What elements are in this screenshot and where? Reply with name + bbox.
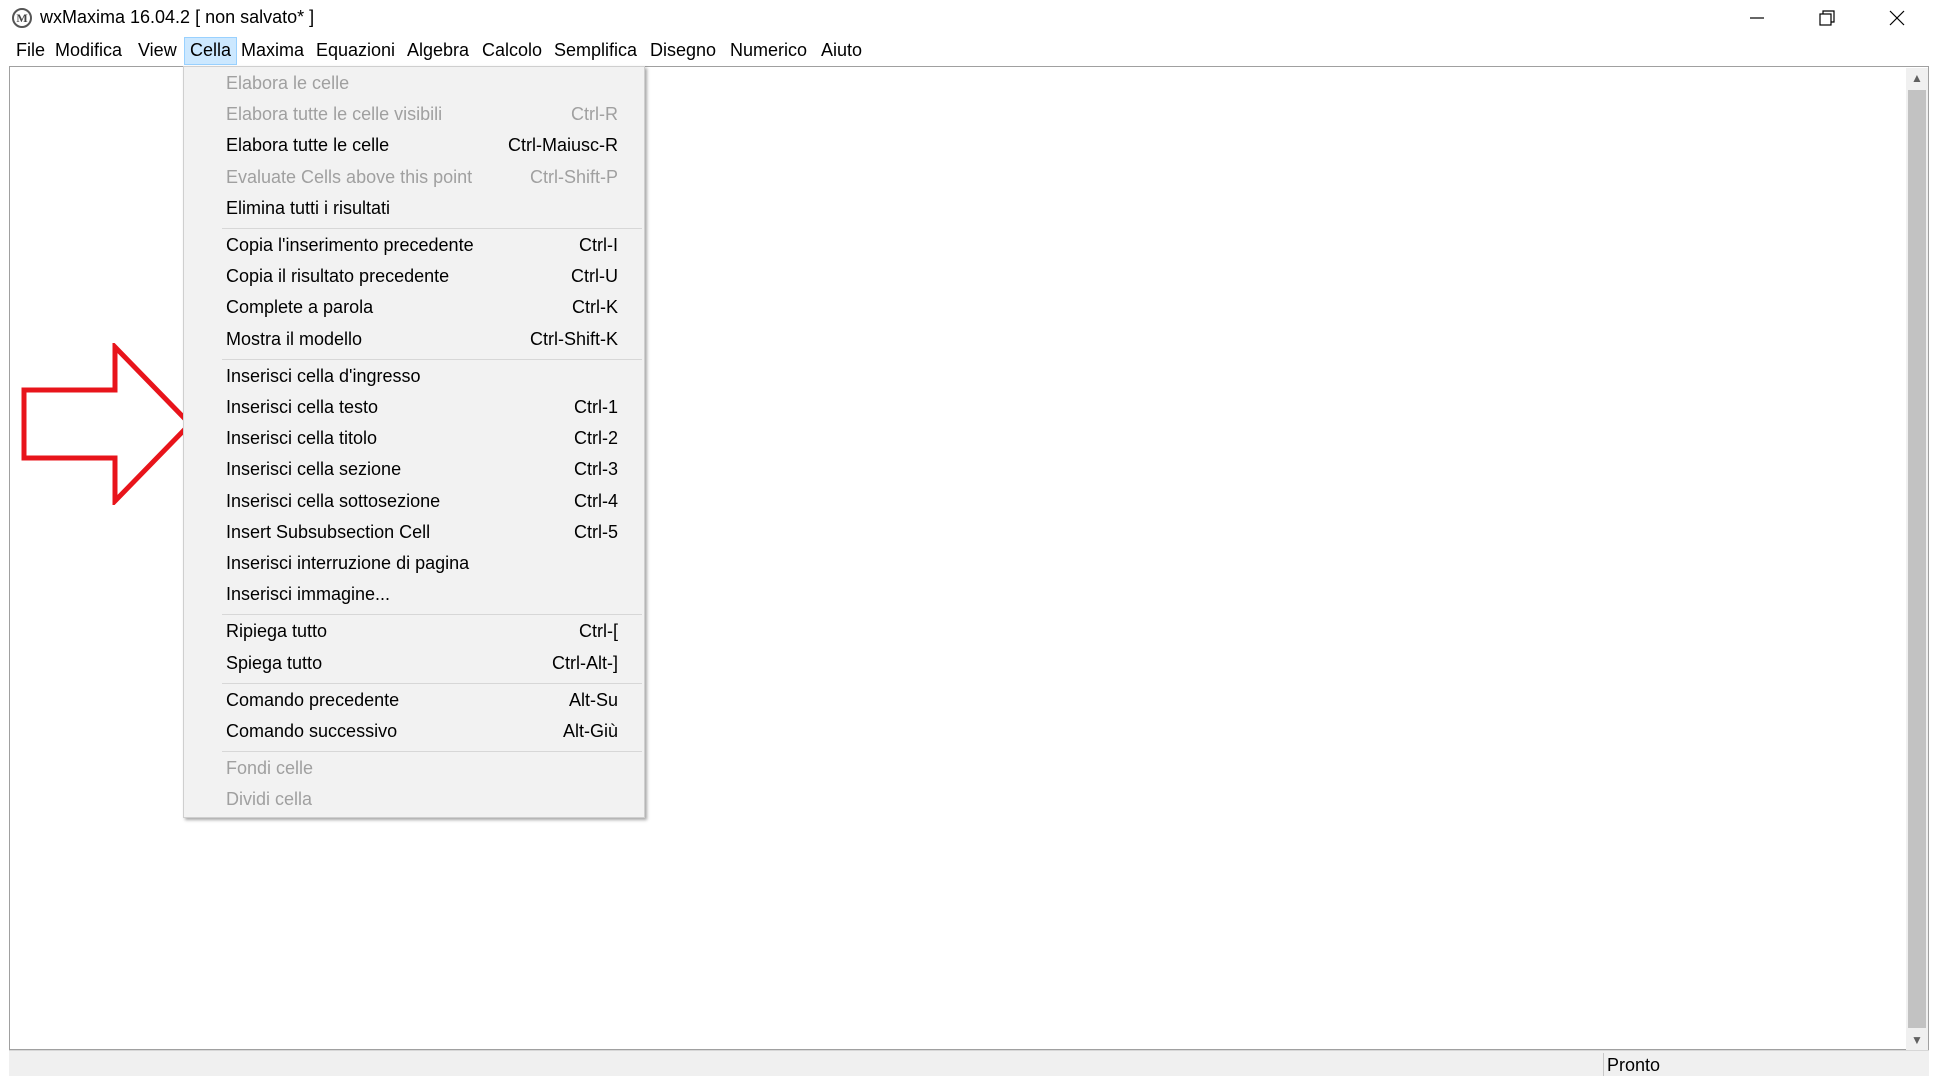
menu-item-shortcut: Ctrl-K [572,297,618,318]
menu-item-label: Copia il risultato precedente [226,266,450,287]
menu-item-21: Fondi celle [184,754,644,785]
menu-item-0: Elabora le celle [184,69,644,100]
menu-item-5[interactable]: Copia l'inserimento precedente Ctrl-I [184,231,644,262]
menu-item-7[interactable]: Complete a parola Ctrl-K [184,293,644,324]
menu-item-label: Fondi celle [226,758,314,779]
vertical-scrollbar[interactable]: ▲ ▼ [1906,68,1928,1050]
menu-item-shortcut: Ctrl-U [571,266,618,287]
menu-item-label: Elimina tutti i risultati [226,197,391,218]
menu-item-label: Inserisci cella titolo [226,428,378,449]
menu-separator [222,682,642,684]
menu-item-label: Dividi cella [226,789,313,810]
scroll-down-icon[interactable]: ▼ [1906,1030,1928,1050]
menu-item-12[interactable]: Inserisci cella sezione Ctrl-3 [184,455,644,486]
menu-item-label: Inserisci cella sottosezione [226,490,441,511]
menu-item-shortcut: Ctrl-Shift-P [529,166,618,187]
menu-item-shortcut: Ctrl-Shift-K [529,328,618,349]
menu-item-label: Elabora le celle [226,73,350,93]
arrow-right-icon [21,343,194,505]
menu-item-label: Inserisci immagine... [226,584,391,605]
cella-dropdown-menu: Elabora le celle Elabora tutte le celle v… [183,66,645,818]
menu-item-label: Comando precedente [226,689,400,710]
menu-item-11[interactable]: Inserisci cella titolo Ctrl-2 [184,424,644,455]
menu-item-shortcut: Ctrl-4 [574,490,618,511]
menu-item-label: Insert Subsubsection Cell [226,521,431,542]
title-bar: M wxMaxima 16.04.2 [ non salvato* ] [0,0,1937,36]
menu-item-20[interactable]: Comando successivo Alt-Giù [184,717,644,748]
restore-icon [1819,10,1835,26]
restore-button[interactable] [1792,0,1862,36]
menu-item-9[interactable]: Inserisci cella d'ingresso [184,362,644,393]
menu-cella[interactable]: Cella [184,37,238,65]
menu-item-label: Elabora tutte le celle [226,135,390,156]
menu-equazioni[interactable]: Equazioni [311,37,400,65]
menu-maxima[interactable]: Maxima [236,37,309,65]
menu-separator [222,751,642,753]
menu-item-17[interactable]: Ripiega tutto Ctrl-[ [184,617,644,648]
menu-numerico[interactable]: Numerico [725,37,812,65]
menu-semplifica[interactable]: Semplifica [549,37,642,65]
menu-algebra[interactable]: Algebra [402,37,474,65]
menu-item-label: Inserisci cella sezione [226,459,402,480]
minimize-icon [1750,17,1764,19]
scroll-up-icon[interactable]: ▲ [1906,68,1928,88]
menu-item-shortcut: Ctrl-R [571,104,618,125]
menu-disegno[interactable]: Disegno [645,37,721,65]
menu-item-10[interactable]: Inserisci cella testo Ctrl-1 [184,393,644,424]
menu-aiuto[interactable]: Aiuto [816,37,867,65]
menu-item-label: Inserisci interruzione di pagina [226,553,470,573]
menu-item-label: Comando successivo [226,721,398,741]
menu-item-shortcut: Ctrl-1 [574,397,618,417]
menu-item-6[interactable]: Copia il risultato precedente Ctrl-U [184,262,644,293]
menu-item-2[interactable]: Elabora tutte le celle Ctrl-Maiusc-R [184,131,644,162]
menu-item-label: Spiega tutto [226,652,323,673]
menu-item-shortcut: Ctrl-[ [579,621,618,642]
menu-item-label: Inserisci cella testo [226,397,379,417]
menu-item-shortcut: Ctrl-Alt-] [552,652,618,673]
close-icon [1889,10,1905,26]
menu-modifica[interactable]: Modifica [50,37,127,65]
wxmaxima-logo-icon: M [12,8,32,28]
scrollbar-thumb[interactable] [1908,90,1926,1028]
menu-item-shortcut: Ctrl-I [579,235,618,255]
menu-item-8[interactable]: Mostra il modello Ctrl-Shift-K [184,325,644,356]
minimize-button[interactable] [1722,0,1792,36]
status-text: Pronto [1607,1055,1661,1075]
menu-item-3: Evaluate Cells above this point Ctrl-Shif… [184,163,644,194]
menu-item-label: Complete a parola [226,297,374,318]
menu-item-15[interactable]: Inserisci interruzione di pagina [184,549,644,580]
window-title: wxMaxima 16.04.2 [ non salvato* ] [40,7,315,27]
menu-item-1: Elabora tutte le celle visibili Ctrl-R [184,100,644,131]
menu-separator [222,614,642,616]
menu-item-shortcut: Ctrl-2 [574,428,618,449]
menu-item-label: Inserisci cella d'ingresso [226,365,421,386]
menu-item-14[interactable]: Insert Subsubsection Cell Ctrl-5 [184,518,644,549]
menu-view[interactable]: View [133,37,182,65]
menu-bar: File Modifica View Cella Maxima Equazion… [0,36,1937,66]
menu-item-shortcut: Ctrl-3 [574,459,618,480]
status-bar: Pronto [9,1050,1929,1076]
menu-item-22: Dividi cella [184,785,644,816]
menu-item-label: Mostra il modello [226,328,363,349]
menu-item-16[interactable]: Inserisci immagine... [184,580,644,611]
menu-item-shortcut: Alt-Giù [562,721,618,741]
menu-calcolo[interactable]: Calcolo [477,37,547,65]
menu-item-18[interactable]: Spiega tutto Ctrl-Alt-] [184,649,644,680]
menu-item-19[interactable]: Comando precedente Alt-Su [184,686,644,717]
menu-item-shortcut: Ctrl-5 [574,521,618,542]
menu-separator [222,358,642,360]
menu-item-shortcut: Alt-Su [568,689,618,710]
menu-item-4[interactable]: Elimina tutti i risultati [184,194,644,225]
menu-item-label: Elabora tutte le celle visibili [226,104,443,125]
menu-separator [222,228,642,229]
menu-item-label: Evaluate Cells above this point [226,166,473,187]
close-button[interactable] [1862,0,1932,36]
menu-item-13[interactable]: Inserisci cella sottosezione Ctrl-4 [184,487,644,518]
menu-item-label: Ripiega tutto [226,621,328,642]
menu-item-shortcut: Ctrl-Maiusc-R [508,135,618,156]
menu-item-label: Copia l'inserimento precedente [226,235,474,255]
status-divider [1603,1053,1604,1076]
wxmaxima-window: M wxMaxima 16.04.2 [ non salvato* ] File… [0,0,1937,1076]
menu-file[interactable]: File [11,37,50,65]
